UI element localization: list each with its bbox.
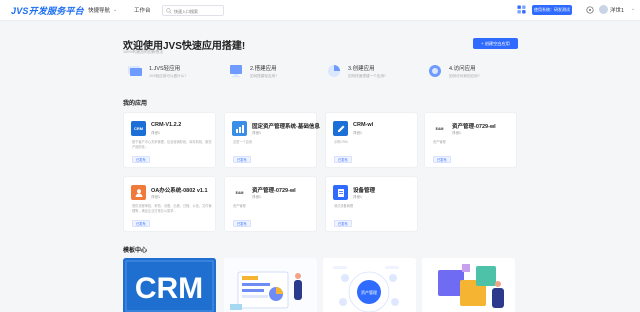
app-card-title: CRM-V1.2.2 — [151, 122, 182, 128]
template-card-crm[interactable]: CRM — [123, 258, 216, 312]
app-card-desc: 基于客户中心关系管理，包含营销阶段、库存阶段、服务产品阶段... — [132, 140, 212, 149]
status-badge: 已发布 — [132, 220, 150, 227]
app-card-owner: 洋世1 — [151, 195, 160, 199]
app-grid-icon[interactable] — [517, 5, 526, 14]
step-title: 3.创建应用 — [348, 66, 375, 72]
app-card-desc: 这是一个应用 — [233, 140, 253, 144]
step-desc: 如何快速搭建一个应用? — [348, 74, 386, 78]
app-card-desc: 测试设备管理 — [334, 204, 354, 208]
logo-text: JVS开发服务平台 — [11, 5, 84, 16]
step-desc: JVS轻应用可以做什么? — [149, 74, 187, 78]
app-card-title: 设备管理 — [353, 188, 376, 194]
app-card-desc: 示例CRM — [334, 140, 348, 144]
step-item[interactable]: 4.访问应用 如何访问我的应用? — [427, 63, 523, 81]
template-label: CRM — [135, 272, 203, 305]
nav-quick-menu[interactable]: 快捷导航 ⌄ — [88, 6, 117, 14]
app-card-owner: 洋世1 — [252, 195, 261, 199]
app-card-owner: 洋世1 — [353, 131, 362, 135]
step-title: 2.搭建应用 — [250, 66, 277, 72]
app-card-title: CRM-wl — [353, 122, 374, 128]
nav-workbench[interactable]: 工作台 — [134, 6, 151, 14]
crm-logo-icon: CRM — [131, 121, 146, 136]
top-header: JVS开发服务平台 快捷导航 ⌄ 工作台 使用系统：研发测试 洋世1 ⌄ — [0, 0, 640, 21]
template-card-asset[interactable]: 资产管理 — [323, 258, 416, 312]
template-card-dashboard[interactable] — [224, 258, 317, 312]
puzzle-illustration — [422, 258, 515, 312]
app-card[interactable]: 设备管理 洋世1 测试设备管理 已发布 — [325, 176, 418, 232]
app-card[interactable]: OA办公系统-0802 v1.1 洋世1 提供流程审批、考勤、请假、出差、日程、… — [123, 176, 216, 232]
app-card-desc: 提供流程审批、考勤、请假、出差、日程、公告、文件管理等，满足企业日常办公需求..… — [132, 204, 212, 213]
document-icon — [333, 185, 348, 200]
asset-management-illustration: 资产管理 — [323, 258, 416, 312]
status-badge: 已发布 — [334, 220, 352, 227]
step-desc: 如何访问我的应用? — [449, 74, 480, 78]
dashboard-illustration — [224, 258, 317, 312]
my-apps-title: 我的应用 — [123, 101, 148, 107]
status-badge: 已发布 — [132, 156, 150, 163]
eam-logo-icon: EAM — [432, 121, 447, 136]
app-card-owner: 洋世1 — [252, 131, 261, 135]
create-blank-app-button[interactable]: + 创建空白应用 — [473, 38, 518, 49]
app-card-title: 资产管理-0729-wl — [252, 188, 296, 194]
step-item[interactable]: 2.搭建应用 如何搭建轻应用? — [228, 63, 324, 81]
app-card[interactable]: EAM 资产管理-0729-wl 洋世1 资产管理 已发布 — [224, 176, 317, 232]
template-label: 资产管理 — [361, 289, 377, 295]
search-icon — [166, 8, 172, 14]
step-title: 1.JVS轻应用 — [149, 66, 181, 72]
avatar[interactable] — [599, 5, 608, 14]
templates-title: 模板中心 — [123, 248, 148, 254]
status-badge: 已发布 — [334, 156, 352, 163]
search-box[interactable] — [162, 5, 224, 16]
app-card-title: OA办公系统-0802 v1.1 — [151, 188, 208, 194]
step-desc: 如何搭建轻应用? — [250, 74, 278, 78]
donut-icon — [429, 65, 441, 77]
status-badge: 已发布 — [233, 156, 251, 163]
status-badge: 已发布 — [433, 156, 451, 163]
edit-icon — [333, 121, 348, 136]
person-icon — [131, 185, 146, 200]
app-card[interactable]: CRM-wl 洋世1 示例CRM 已发布 — [325, 112, 418, 168]
status-badge: 已发布 — [233, 220, 251, 227]
eam-logo-icon: EAM — [232, 185, 247, 200]
search-input[interactable] — [174, 7, 222, 15]
chevron-down-icon[interactable]: ⌄ — [631, 6, 635, 12]
help-icon[interactable] — [586, 6, 594, 14]
app-card-title: 固定资产管理系统-基础信息 — [252, 124, 320, 130]
app-card-title: 资产管理-0729-wl — [452, 124, 496, 130]
pie-chart-icon — [328, 65, 340, 77]
app-logo[interactable]: JVS开发服务平台 — [8, 3, 84, 17]
monitor-icon — [128, 66, 142, 76]
step-item[interactable]: 3.创建应用 如何快速搭建一个应用? — [326, 63, 422, 81]
crm-template-image: CRM — [123, 258, 216, 312]
app-card-desc: 资产管理 — [233, 204, 246, 208]
app-card[interactable]: 固定资产管理系统-基础信息 洋世1 这是一个应用 已发布 — [224, 112, 320, 168]
app-card[interactable]: EAM 资产管理-0729-wl 洋世1 资产管理 已发布 — [424, 112, 517, 168]
app-card-owner: 洋世1 — [151, 131, 160, 135]
env-switch-button[interactable]: 使用系统：研发测试 — [532, 5, 572, 15]
app-card-owner: 洋世1 — [452, 131, 461, 135]
nav-quick-label: 快捷导航 — [88, 8, 111, 14]
app-card[interactable]: CRM CRM-V1.2.2 洋世1 基于客户中心关系管理，包含营销阶段、库存阶… — [123, 112, 216, 168]
app-card-desc: 资产管理 — [433, 140, 446, 144]
desktop-icon — [230, 65, 242, 78]
step-item[interactable]: 1.JVS轻应用 JVS轻应用可以做什么? — [127, 63, 223, 81]
bar-chart-icon — [232, 121, 247, 136]
user-name[interactable]: 洋世1 — [610, 6, 624, 14]
step-title: 4.访问应用 — [449, 66, 476, 72]
template-card-puzzle[interactable] — [422, 258, 515, 312]
app-card-owner: 洋世1 — [353, 195, 362, 199]
chevron-down-icon: ⌄ — [113, 7, 118, 13]
welcome-subtitle: 100%构建您的创新想法 — [123, 50, 164, 54]
